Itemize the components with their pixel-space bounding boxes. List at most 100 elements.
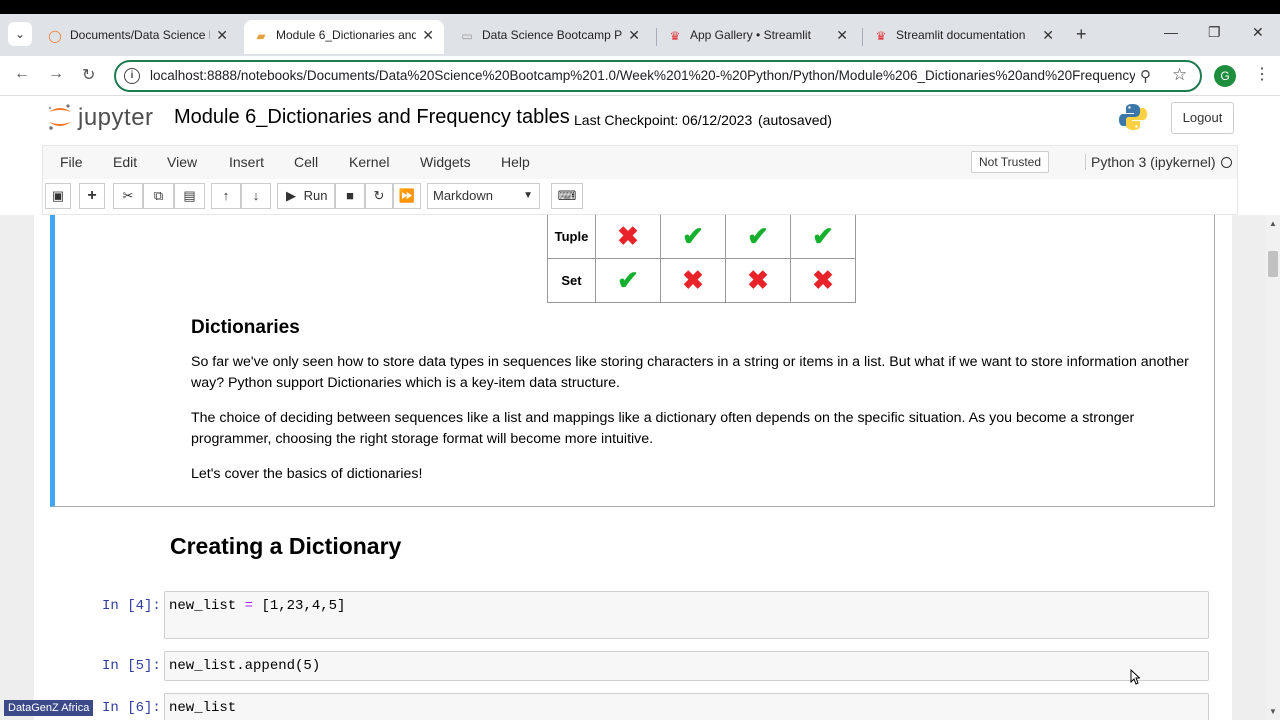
address-bar[interactable]: i localhost:8888/notebooks/Documents/Dat… [114, 60, 1202, 92]
row-label: Tuple [547, 215, 596, 259]
profile-avatar[interactable]: G [1214, 65, 1236, 87]
close-icon[interactable]: ✕ [628, 20, 640, 50]
cross-icon: ✖ [725, 258, 791, 303]
table-row: Set ✔ ✖ ✖ ✖ [547, 258, 856, 303]
streamlit-icon: ♛ [875, 29, 887, 43]
notebook-menubar: File Edit View Insert Cell Kernel Widget… [42, 145, 1238, 179]
paragraph-intro: So far we've only seen how to store data… [191, 354, 1189, 391]
tab-label: Data Science Bootcamp Pro [482, 28, 622, 42]
check-icon: ✔ [595, 258, 661, 303]
insert-cell-icon[interactable]: + [79, 183, 105, 209]
cell-type-select[interactable]: Markdown ▼ [427, 183, 540, 209]
cell-prompt: In [6]: [102, 700, 161, 716]
notebook-title[interactable]: Module 6_Dictionaries and Frequency tabl… [174, 106, 570, 129]
interrupt-icon[interactable]: ■ [335, 183, 365, 209]
notebook-icon: ▰ [256, 29, 266, 43]
doc-icon: ▭ [461, 29, 473, 43]
menu-help[interactable]: Help [501, 154, 530, 170]
comparison-table: Tuple ✖ ✔ ✔ ✔ Set ✔ ✖ ✖ ✖ [547, 215, 856, 303]
tab-search-button[interactable]: ⌄ [8, 22, 32, 46]
tab-label: App Gallery • Streamlit [690, 28, 811, 42]
row-label: Set [547, 258, 596, 303]
window-close-icon[interactable]: ✕ [1252, 24, 1264, 41]
tab-label: Documents/Data Science Bo [70, 28, 210, 42]
cut-icon[interactable]: ✂ [113, 183, 143, 209]
scroll-up-icon[interactable]: ▲ [1269, 219, 1277, 228]
watermark: DataGenZ Africa [4, 700, 94, 716]
close-icon[interactable]: ✕ [1042, 20, 1054, 50]
code-token: new_list [169, 598, 237, 614]
cell-prompt: In [4]: [102, 598, 161, 614]
menu-edit[interactable]: Edit [113, 154, 137, 170]
copy-icon[interactable]: ⧉ [143, 183, 174, 209]
kernel-idle-indicator-icon [1221, 157, 1232, 168]
menu-file[interactable]: File [60, 154, 83, 170]
close-icon[interactable]: ✕ [422, 20, 434, 50]
tab-bootcamp[interactable]: ▭ Data Science Bootcamp Pro ✕ [450, 20, 650, 54]
bookmark-star-icon[interactable]: ☆ [1172, 65, 1187, 85]
python-logo-icon [1119, 104, 1147, 130]
tab-module6[interactable]: ▰ Module 6_Dictionaries and ✕ [244, 20, 444, 54]
menu-cell[interactable]: Cell [294, 154, 318, 170]
code-cell[interactable]: new_list [164, 693, 1209, 720]
mouse-cursor-icon [1130, 669, 1140, 685]
code-cell[interactable]: new_list = [1,23,4,5] [164, 591, 1209, 639]
scroll-down-icon[interactable]: ▼ [1269, 707, 1277, 716]
url-text: localhost:8888/notebooks/Documents/Data%… [150, 68, 1135, 83]
code-cell[interactable]: new_list.append(5) [164, 651, 1209, 681]
back-icon[interactable]: ← [14, 65, 30, 83]
save-icon[interactable]: ▣ [45, 183, 71, 209]
chevron-down-icon: ▼ [523, 190, 533, 201]
jupyter-icon: ◯ [48, 29, 62, 43]
tab-app-gallery[interactable]: ♛ App Gallery • Streamlit ✕ [658, 20, 858, 54]
kernel-name[interactable]: Python 3 (ipykernel) [1085, 154, 1216, 170]
zoom-icon[interactable]: ⚲ [1140, 67, 1151, 85]
vertical-scrollbar[interactable]: ▲ ▼ [1266, 215, 1280, 720]
not-trusted-button[interactable]: Not Trusted [971, 151, 1049, 173]
autosave-status: (autosaved) [758, 112, 832, 128]
last-checkpoint: Last Checkpoint: 06/12/2023 [574, 112, 753, 128]
restart-run-all-icon[interactable]: ⏩ [393, 183, 421, 209]
browser-menu-icon[interactable]: ⋮ [1254, 64, 1270, 84]
menu-kernel[interactable]: Kernel [349, 154, 389, 170]
paragraph-choice: The choice of deciding between sequences… [191, 410, 1135, 447]
check-icon: ✔ [790, 215, 856, 259]
forward-icon[interactable]: → [48, 65, 64, 83]
run-button[interactable]: ▶ Run [277, 183, 335, 209]
cell-type-value: Markdown [433, 188, 493, 203]
restart-icon[interactable]: ↻ [365, 183, 393, 209]
menu-view[interactable]: View [167, 154, 197, 170]
browser-window: ⌄ ◯ Documents/Data Science Bo ✕ ▰ Module… [0, 14, 1280, 720]
tab-strip: ⌄ ◯ Documents/Data Science Bo ✕ ▰ Module… [0, 14, 1280, 56]
tab-separator [656, 28, 657, 46]
tab-label: Streamlit documentation [896, 28, 1026, 42]
new-tab-button[interactable]: + [1076, 24, 1087, 45]
move-up-icon[interactable]: ↑ [211, 183, 241, 209]
jupyter-logo-icon[interactable] [46, 102, 74, 132]
cross-icon: ✖ [790, 258, 856, 303]
selected-markdown-cell[interactable]: Tuple ✖ ✔ ✔ ✔ Set ✔ ✖ ✖ ✖ Dictionaries S… [50, 215, 1215, 507]
reload-icon[interactable]: ↻ [82, 65, 95, 85]
browser-toolbar: ← → ↻ i localhost:8888/notebooks/Documen… [0, 56, 1280, 96]
site-info-icon[interactable]: i [124, 68, 140, 84]
jupyter-wordmark[interactable]: jupyter [78, 104, 154, 132]
tab-documents[interactable]: ◯ Documents/Data Science Bo ✕ [38, 20, 238, 54]
menu-widgets[interactable]: Widgets [420, 154, 471, 170]
cell-prompt: In [5]: [102, 658, 161, 674]
paste-icon[interactable]: ▤ [174, 183, 205, 209]
minimize-icon[interactable]: — [1164, 24, 1178, 40]
restore-icon[interactable]: ❐ [1208, 24, 1221, 41]
code-text: new_list [169, 700, 237, 716]
menu-insert[interactable]: Insert [229, 154, 264, 170]
tab-streamlit-docs[interactable]: ♛ Streamlit documentation ✕ [864, 20, 1064, 54]
tab-separator [862, 28, 863, 46]
code-operator: = [236, 598, 262, 614]
check-icon: ✔ [725, 215, 791, 259]
logout-button[interactable]: Logout [1171, 102, 1234, 134]
scrollbar-thumb[interactable] [1268, 251, 1278, 277]
move-down-icon[interactable]: ↓ [241, 183, 271, 209]
close-icon[interactable]: ✕ [836, 20, 848, 50]
notebook-page: Tuple ✖ ✔ ✔ ✔ Set ✔ ✖ ✖ ✖ Dictionaries S… [34, 215, 1232, 720]
keyboard-icon[interactable]: ⌨ [551, 183, 583, 209]
close-icon[interactable]: ✕ [216, 20, 228, 50]
